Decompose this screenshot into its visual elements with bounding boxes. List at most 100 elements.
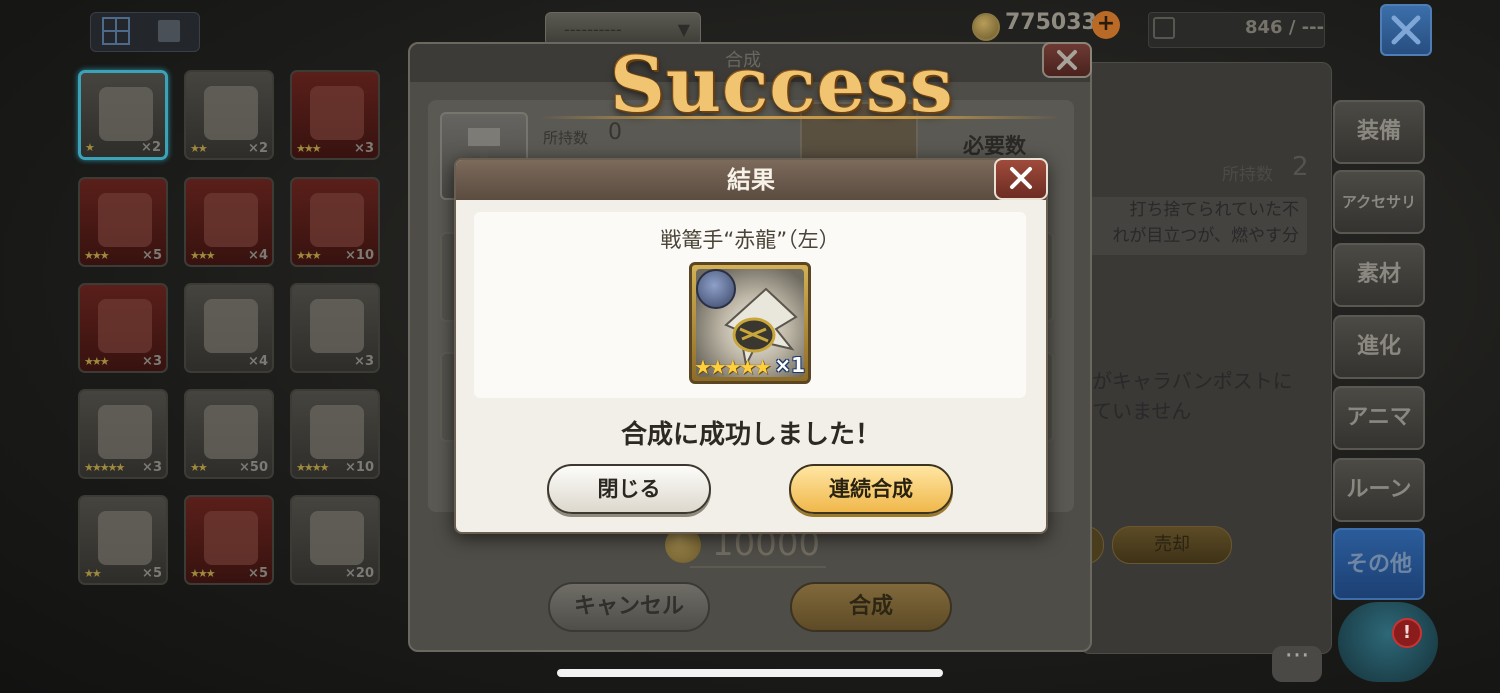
synthesize-button[interactable]: 合成 [790,582,952,632]
slot-rarity-stars: ★★★ [84,355,110,368]
inventory-slot[interactable]: ★★★★★ ×3 [78,389,168,479]
material-icon [204,299,258,353]
inventory-slot[interactable]: ★ ×2 [78,70,168,160]
inventory-slot[interactable]: ★★ ×50 [184,389,274,479]
item-note: がキャラバンポストに ていません [1092,366,1293,426]
slot-count: ×4 [248,354,268,369]
synthesis-close-button[interactable] [1042,42,1092,78]
category-tab[interactable]: その他 [1333,528,1425,600]
detail-owned-label: 所持数 [1222,165,1273,185]
material-icon [310,86,364,140]
required-label: 必要数 [963,134,1026,158]
home-indicator[interactable] [557,669,943,677]
category-tab[interactable]: アクセサリ [1333,170,1425,234]
description-line: 打ち捨てられていた不 [1129,200,1300,220]
close-screen-button[interactable] [1380,4,1432,56]
slot-rarity-stars: ★★★ [190,249,216,262]
inventory-slot[interactable]: ★★★★ ×10 [290,389,380,479]
material-icon [98,193,152,247]
slot-rarity-stars: ★★★ [84,249,110,262]
item-quantity: ×1 [774,353,805,377]
material-icon [310,299,364,353]
character-face-icon [696,269,736,309]
sort-dropdown-label: ---------- [564,20,622,39]
slot-rarity-stars: ★★★★ [296,461,329,474]
slot-count: ×5 [142,566,162,581]
material-icon [99,87,153,141]
detail-owned-value: 2 [1292,152,1309,182]
slot-rarity-stars: ★★★ [190,567,216,580]
material-icon [204,86,258,140]
inventory-slot[interactable]: ×3 [290,283,380,373]
inventory-slot[interactable]: ★★★ ×5 [78,177,168,267]
slot-count: ×4 [248,248,268,263]
sell-button[interactable]: 売却 [1112,526,1232,564]
material-icon [310,193,364,247]
slot-count: ×10 [345,248,374,263]
slot-count: ×3 [354,141,374,156]
inventory-slot[interactable]: ★★★ ×3 [290,70,380,160]
note-line: がキャラバンポストに [1092,369,1293,393]
result-close-button[interactable] [994,158,1048,200]
material-icon [310,511,364,565]
slot-count: ×3 [354,354,374,369]
inventory-slot[interactable]: ★★★ ×3 [78,283,168,373]
slot-rarity-stars: ★★ [190,461,208,474]
slot-count: ×20 [345,566,374,581]
inventory-slot[interactable]: ★★ ×5 [78,495,168,585]
slot-count: ×10 [345,460,374,475]
slot-rarity-stars: ★ [85,141,95,154]
gold-amount: 775033 [1005,10,1097,35]
inventory-slot[interactable]: ×4 [184,283,274,373]
mascot-icon[interactable] [1338,602,1438,682]
category-tab[interactable]: 進化 [1333,315,1425,379]
inventory-slot[interactable]: ★★★ ×4 [184,177,274,267]
close-icon [1391,15,1421,45]
category-tab[interactable]: ルーン [1333,458,1425,522]
material-icon [204,405,258,459]
slot-count: ×2 [141,140,161,155]
inventory-slot[interactable]: ★★★ ×10 [290,177,380,267]
close-button[interactable]: 閉じる [547,464,711,514]
capacity-text: 846 / --- [1245,17,1325,38]
category-tab[interactable]: アニマ [1333,386,1425,450]
slot-count: ×50 [239,460,268,475]
category-tab[interactable]: 素材 [1333,243,1425,307]
material-icon [310,405,364,459]
material-icon [204,511,258,565]
result-title: 結果 [727,166,775,194]
alert-badge: ! [1392,618,1422,648]
close-icon [1010,167,1032,189]
banner-divider [540,116,1060,119]
gold-coin-icon [972,13,1000,41]
gauntlet-icon[interactable]: ★★★★★ ×1 [689,262,811,384]
inventory-slot[interactable]: ★★★ ×5 [184,495,274,585]
bag-icon [1153,17,1175,39]
inventory-slot[interactable]: ★★ ×2 [184,70,274,160]
cancel-button[interactable]: キャンセル [548,582,710,632]
category-tab[interactable]: 装備 [1333,100,1425,164]
chat-icon[interactable]: ··· [1272,643,1322,682]
note-line: ていません [1092,399,1192,423]
item-name: 戦篭手“赤龍”（左） [660,228,840,252]
material-icon [98,511,152,565]
slot-rarity-stars: ★★★★★ [84,461,125,474]
slot-count: ×2 [248,141,268,156]
slot-count: ×3 [142,460,162,475]
synthesis-owned-label: 所持数 [543,129,589,147]
slot-count: ×5 [248,566,268,581]
list-view-icon[interactable] [158,20,180,42]
continue-synthesis-button[interactable]: 連続合成 [789,464,953,514]
divider [690,566,826,568]
material-icon [98,299,152,353]
slot-rarity-stars: ★★★ [296,142,322,155]
slot-rarity-stars: ★★★ [296,249,322,262]
result-message: 合成に成功しました！ [620,420,881,450]
inventory-slot[interactable]: ×20 [290,495,380,585]
add-gold-button[interactable]: + [1092,11,1120,39]
grid-view-icon[interactable] [102,17,130,45]
close-icon [1057,50,1077,70]
material-icon [98,405,152,459]
slot-rarity-stars: ★★ [84,567,102,580]
item-description: 打ち捨てられていた不 れが目立つが、燃やす分 [1085,197,1307,255]
